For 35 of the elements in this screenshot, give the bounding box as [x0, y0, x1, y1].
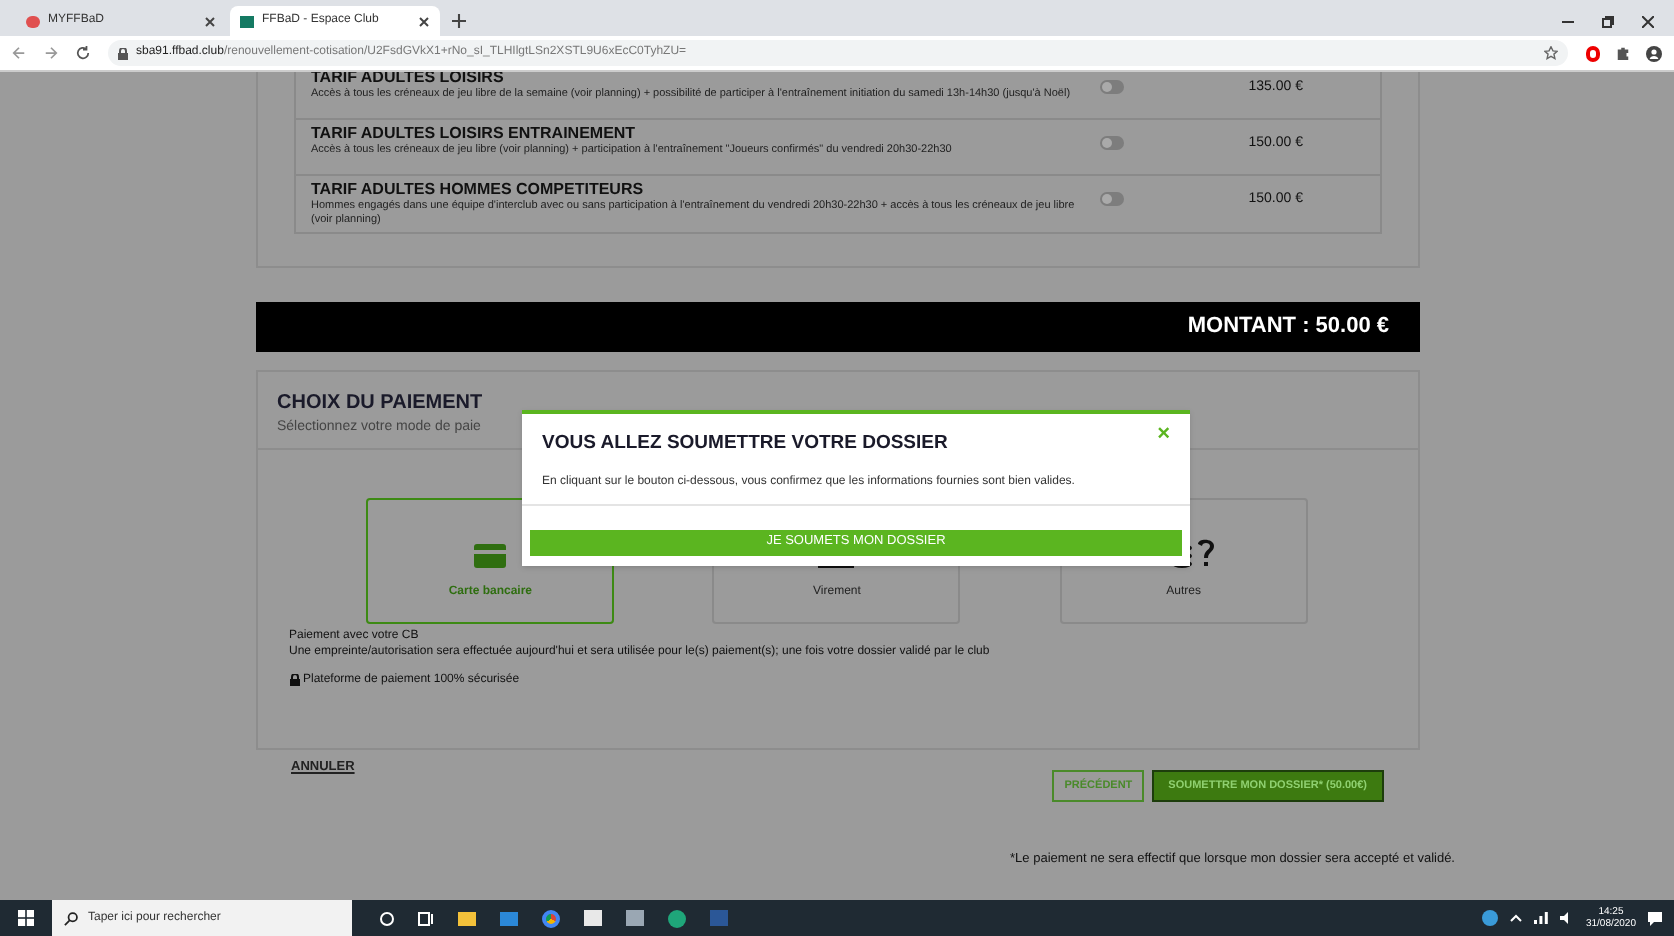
browser-icon[interactable] [542, 909, 560, 927]
favicon-icon [240, 15, 254, 27]
windows-start-icon[interactable] [18, 910, 34, 926]
notification-icon[interactable] [1648, 911, 1662, 925]
bookmark-star-icon[interactable] [1544, 46, 1558, 60]
speaker-icon[interactable] [1559, 912, 1574, 924]
minimize-icon[interactable] [1562, 16, 1574, 28]
chevron-up-icon[interactable] [1509, 914, 1522, 922]
credit-card-icon [474, 543, 507, 567]
tarif-title: TARIF ADULTES LOISIRS ENTRAINEMENT [311, 124, 638, 144]
tarif-title: TARIF ADULTES HOMMES COMPETITEURS [311, 180, 646, 200]
reload-icon[interactable] [76, 46, 90, 60]
toggle-switch[interactable] [1099, 80, 1123, 94]
close-icon[interactable] [1642, 16, 1654, 28]
favicon-icon [26, 15, 40, 27]
close-icon[interactable] [418, 15, 430, 27]
new-tab-icon[interactable] [452, 14, 466, 28]
toggle-switch[interactable] [1099, 136, 1123, 150]
cortana-icon[interactable] [380, 911, 394, 925]
total-amount: MONTANT : 50.00 € [1187, 312, 1389, 343]
task-view-icon[interactable] [418, 911, 434, 925]
back-icon[interactable] [12, 46, 26, 60]
lock-icon [118, 47, 128, 59]
lock-icon [289, 674, 299, 686]
toggle-switch[interactable] [1099, 192, 1123, 206]
puzzle-icon[interactable] [1616, 46, 1630, 60]
dialog-title: VOUS ALLEZ SOUMETTRE VOTRE DOSSIER [542, 430, 948, 458]
restore-icon[interactable] [1602, 16, 1614, 28]
network-icon[interactable] [1533, 912, 1548, 924]
profile-icon[interactable] [1646, 45, 1662, 61]
section-title: CHOIX DU PAIEMENT [277, 390, 485, 418]
close-icon[interactable] [204, 15, 216, 27]
forward-icon[interactable] [44, 46, 58, 60]
search-icon [64, 911, 78, 925]
extension-icon[interactable] [1586, 45, 1600, 61]
